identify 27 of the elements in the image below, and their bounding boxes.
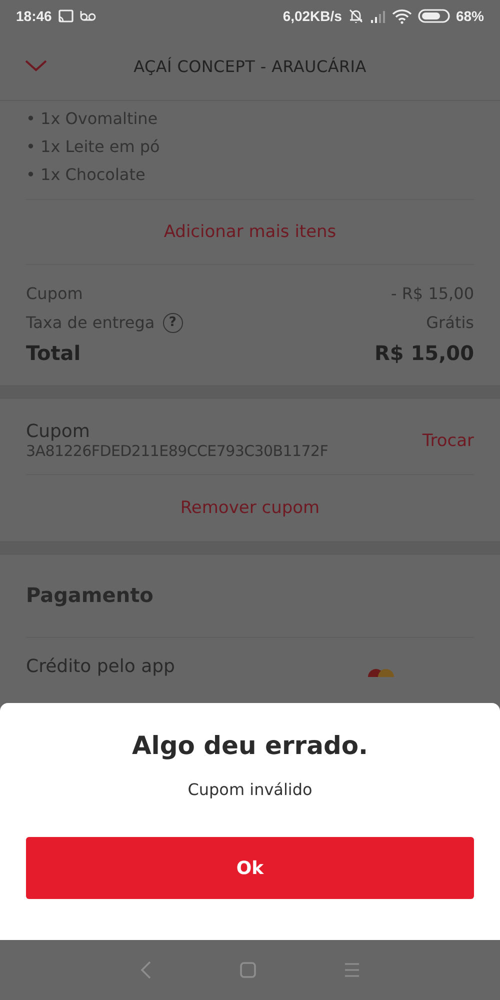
- total-label: Total: [26, 341, 81, 365]
- muted-bell-icon: [348, 8, 364, 24]
- network-speed: 6,02KB/s: [282, 8, 342, 24]
- battery-level: 68%: [456, 8, 484, 24]
- wifi-icon: [392, 8, 412, 24]
- card-logo-icon: [366, 667, 396, 677]
- add-items-link[interactable]: Adicionar mais itens: [164, 200, 336, 264]
- payment-method: Crédito pelo app: [26, 656, 175, 677]
- ok-button[interactable]: Ok: [26, 837, 474, 899]
- chevron-down-icon[interactable]: [24, 59, 48, 73]
- coupon-heading: Cupom: [26, 421, 91, 442]
- total-value: R$ 15,00: [374, 341, 474, 365]
- home-icon[interactable]: [240, 962, 256, 978]
- battery-icon: [418, 8, 450, 24]
- status-time: 18:46: [16, 8, 52, 24]
- change-coupon-link[interactable]: Trocar: [422, 430, 474, 450]
- help-icon[interactable]: ?: [162, 312, 183, 332]
- remove-coupon-link[interactable]: Remover cupom: [180, 475, 320, 541]
- signal-icon: [370, 9, 386, 23]
- back-icon[interactable]: [140, 961, 152, 979]
- voicemail-icon: [80, 10, 96, 22]
- menu-icon[interactable]: [344, 962, 360, 978]
- dialog-title: Algo deu errado.: [132, 731, 368, 760]
- payment-heading: Pagamento: [25, 582, 154, 609]
- dialog-message: Cupom inválido: [188, 780, 312, 799]
- screen-title: AÇAÍ CONCEPT - ARAUCÁRIA: [132, 56, 368, 76]
- cast-icon: [58, 9, 74, 23]
